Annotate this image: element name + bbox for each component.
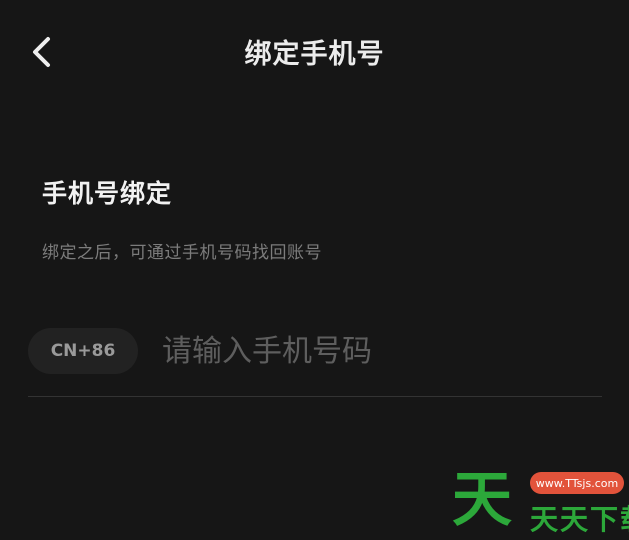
watermark-logo: 天 www.TTsjs.com 天天下载 bbox=[452, 464, 629, 536]
section-description: 绑定之后，可通过手机号码找回账号 bbox=[42, 243, 322, 263]
page-title: 绑定手机号 bbox=[244, 39, 385, 70]
country-code-selector[interactable]: CN+86 bbox=[28, 328, 138, 374]
watermark-url: www.TTsjs.com bbox=[530, 472, 624, 494]
phone-number-input[interactable] bbox=[162, 326, 592, 376]
watermark-text: 天天下载 bbox=[530, 503, 629, 536]
phone-input-row: CN+86 bbox=[28, 322, 602, 382]
watermark-big-char: 天 bbox=[452, 465, 512, 535]
header: 绑定手机号 bbox=[0, 0, 629, 100]
section-title: 手机号绑定 bbox=[42, 179, 173, 208]
input-underline bbox=[28, 396, 602, 397]
bind-phone-screen: 绑定手机号 手机号绑定 绑定之后，可通过手机号码找回账号 CN+86 天 www… bbox=[0, 0, 629, 540]
